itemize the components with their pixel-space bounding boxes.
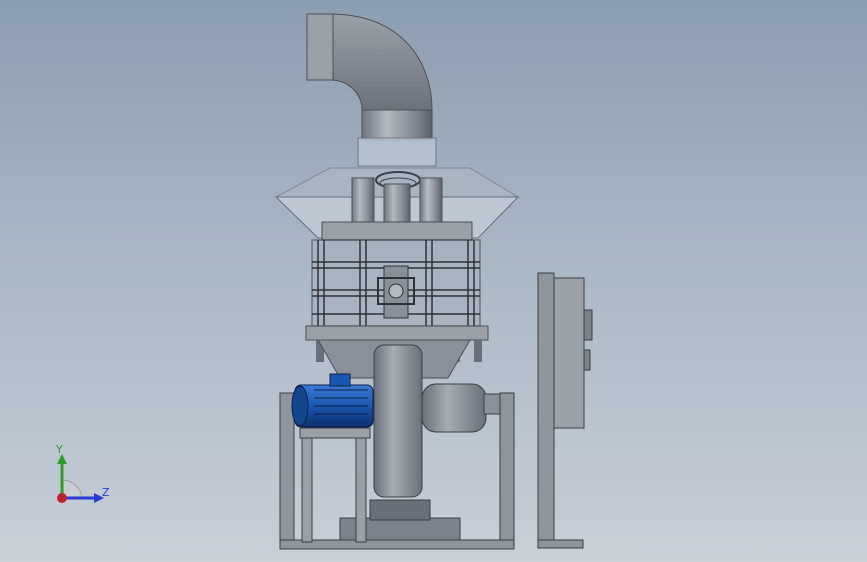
- z-axis-label: Z: [102, 486, 110, 499]
- motor-base-frame[interactable]: [299, 427, 371, 543]
- x-axis-origin: [57, 493, 67, 503]
- exhaust-elbow-duct[interactable]: [306, 13, 437, 167]
- blue-electric-motor[interactable]: [291, 373, 374, 428]
- y-axis-label: Y: [55, 443, 63, 456]
- 3d-model-assembly[interactable]: [0, 0, 867, 562]
- side-control-cabinet[interactable]: [537, 272, 593, 549]
- cad-viewport[interactable]: Y Z: [0, 0, 867, 562]
- cyclone-hopper-cone[interactable]: [274, 167, 520, 241]
- coordinate-triad: Y Z: [55, 443, 110, 503]
